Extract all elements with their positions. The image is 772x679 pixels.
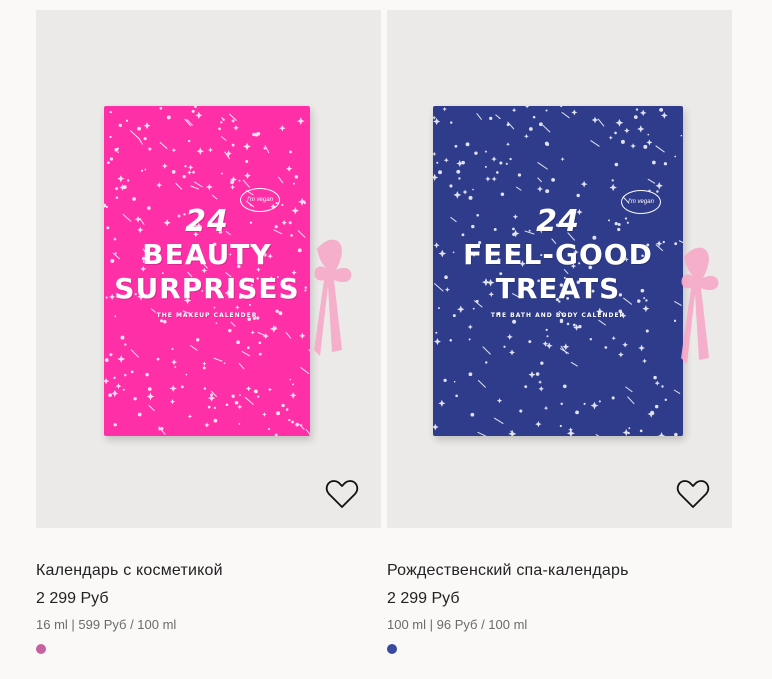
product-image[interactable]: I'm vegan 24 FEEL-GOOD TREATS THE BATH A… [387, 10, 732, 528]
favorite-heart-icon[interactable] [676, 478, 710, 510]
product-unit-price: 100 ml | 96 Руб / 100 ml [387, 617, 528, 632]
product-grid: I'm vegan 24 BEAUTY SURPRISES THE MAKEUP… [0, 0, 772, 679]
product-box-image: I'm vegan 24 BEAUTY SURPRISES THE MAKEUP… [104, 106, 310, 436]
box-title: 24 BEAUTY SURPRISES THE MAKEUP CALENDER [114, 204, 300, 320]
product-card[interactable]: I'm vegan 24 FEEL-GOOD TREATS THE BATH A… [387, 10, 732, 654]
product-unit-price: 16 ml | 599 Руб / 100 ml [36, 617, 177, 632]
ribbon-decoration [681, 247, 719, 364]
product-price: 2 299 Руб [36, 590, 109, 607]
product-box-image: I'm vegan 24 FEEL-GOOD TREATS THE BATH A… [433, 106, 683, 436]
product-title[interactable]: Рождественский спа-календарь [387, 562, 732, 580]
favorite-heart-icon[interactable] [325, 478, 359, 510]
color-swatch[interactable] [36, 644, 46, 654]
color-swatch[interactable] [387, 644, 397, 654]
product-title[interactable]: Календарь с косметикой [36, 562, 381, 580]
product-image[interactable]: I'm vegan 24 BEAUTY SURPRISES THE MAKEUP… [36, 10, 381, 528]
box-title: 24 FEEL-GOOD TREATS THE BATH AND BODY CA… [463, 204, 653, 320]
product-card[interactable]: I'm vegan 24 BEAUTY SURPRISES THE MAKEUP… [36, 10, 381, 654]
product-price: 2 299 Руб [387, 590, 460, 607]
ribbon-decoration [314, 239, 352, 356]
